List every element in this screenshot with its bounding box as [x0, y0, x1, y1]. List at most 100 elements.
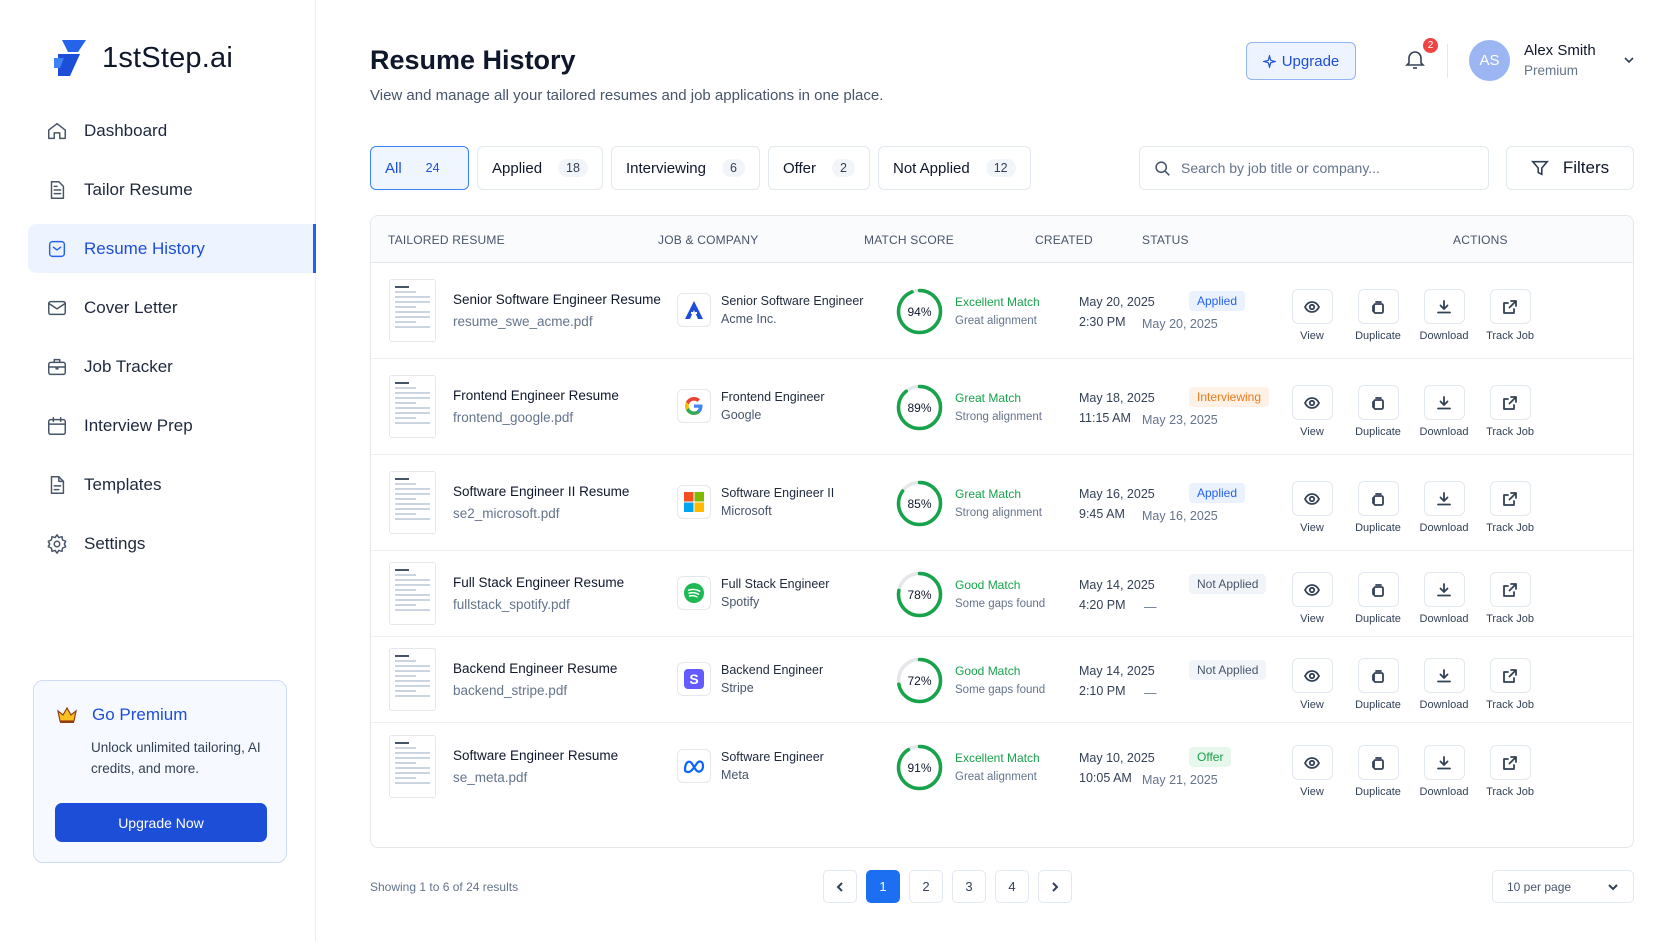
match-label: Great Match: [955, 487, 1022, 501]
filters-button[interactable]: Filters: [1506, 146, 1634, 190]
action-label: Track Job: [1486, 330, 1534, 342]
sidebar-item-interview-prep[interactable]: Interview Prep: [28, 401, 316, 450]
page-button[interactable]: 3: [952, 870, 986, 903]
chevron-down-icon[interactable]: [1622, 53, 1636, 67]
tab-applied[interactable]: Applied 18: [477, 146, 603, 190]
chevron-right-icon: [1052, 881, 1059, 892]
resume-thumbnail[interactable]: [389, 375, 436, 438]
duplicate-button[interactable]: Duplicate: [1355, 658, 1401, 711]
sidebar-item-dashboard[interactable]: Dashboard: [28, 106, 316, 155]
resume-title[interactable]: Senior Software Engineer Resume: [453, 292, 661, 307]
tab-not-applied[interactable]: Not Applied 12: [877, 146, 1031, 190]
meta-logo-icon: [677, 749, 711, 783]
download-button[interactable]: Download: [1420, 385, 1468, 438]
view-button[interactable]: View: [1289, 572, 1335, 625]
external-link-icon: [1503, 395, 1517, 410]
per-page-select[interactable]: 10 per page: [1492, 870, 1634, 903]
resume-thumbnail[interactable]: [389, 279, 436, 342]
resume-thumbnail[interactable]: [389, 562, 436, 625]
sidebar-item-cover-letter[interactable]: Cover Letter: [28, 283, 316, 332]
next-page-button[interactable]: [1038, 870, 1072, 903]
action-label: Track Job: [1486, 786, 1534, 798]
sidebar-nav: Dashboard Tailor Resume Resume History C…: [28, 106, 316, 578]
page-subtitle: View and manage all your tailored resume…: [370, 87, 884, 104]
sidebar-item-resume-history[interactable]: Resume History: [28, 224, 316, 273]
page-button[interactable]: 4: [995, 870, 1029, 903]
track-job-button[interactable]: Track Job: [1486, 658, 1534, 711]
action-icon-box: [1489, 385, 1531, 420]
external-link-icon: [1503, 299, 1517, 314]
action-icon-box: [1291, 289, 1333, 324]
duplicate-button[interactable]: Duplicate: [1355, 289, 1401, 342]
status-date: May 23, 2025: [1142, 413, 1218, 427]
column-header-status: STATUS: [1142, 233, 1189, 247]
resume-thumbnail[interactable]: [389, 471, 436, 534]
match-description: Some gaps found: [955, 684, 1046, 696]
history-icon: [48, 240, 66, 257]
upgrade-button[interactable]: Upgrade: [1246, 42, 1356, 80]
track-job-button[interactable]: Track Job: [1486, 289, 1534, 342]
track-job-button[interactable]: Track Job: [1486, 481, 1534, 534]
tab-label: All: [385, 159, 402, 177]
svg-text:S: S: [689, 671, 698, 687]
track-job-button[interactable]: Track Job: [1486, 385, 1534, 438]
duplicate-button[interactable]: Duplicate: [1355, 745, 1401, 798]
duplicate-button[interactable]: Duplicate: [1355, 572, 1401, 625]
action-label: View: [1300, 613, 1324, 625]
track-job-button[interactable]: Track Job: [1486, 745, 1534, 798]
action-label: Download: [1419, 522, 1469, 534]
resume-title[interactable]: Software Engineer Resume: [453, 748, 618, 763]
sidebar-item-settings[interactable]: Settings: [28, 519, 316, 568]
track-job-button[interactable]: Track Job: [1486, 572, 1534, 625]
resume-title[interactable]: Frontend Engineer Resume: [453, 388, 619, 403]
search-box[interactable]: [1139, 146, 1489, 190]
page-button[interactable]: 2: [909, 870, 943, 903]
download-button[interactable]: Download: [1420, 745, 1468, 798]
tab-interviewing[interactable]: Interviewing 6: [610, 146, 760, 190]
search-input[interactable]: [1181, 160, 1471, 176]
sidebar-item-templates[interactable]: Templates: [28, 460, 316, 509]
brand-logo[interactable]: 1stStep.ai: [52, 38, 233, 78]
resume-title[interactable]: Backend Engineer Resume: [453, 661, 617, 676]
created-date: May 18, 2025: [1079, 391, 1155, 405]
sidebar-item-tailor-resume[interactable]: Tailor Resume: [28, 165, 316, 214]
action-icon-box: [1423, 745, 1465, 780]
view-button[interactable]: View: [1289, 385, 1335, 438]
tab-count: 2: [832, 159, 855, 177]
created-time: 11:15 AM: [1079, 411, 1131, 425]
resume-title[interactable]: Full Stack Engineer Resume: [453, 575, 624, 590]
job-title: Software Engineer II: [721, 486, 835, 500]
view-button[interactable]: View: [1289, 658, 1335, 711]
user-name[interactable]: Alex Smith: [1524, 42, 1596, 59]
tab-offer[interactable]: Offer 2: [767, 146, 870, 190]
action-icon-box: [1423, 572, 1465, 607]
resume-thumbnail[interactable]: [389, 735, 436, 798]
eye-icon: [1304, 300, 1320, 313]
eye-icon: [1304, 396, 1320, 409]
view-button[interactable]: View: [1289, 481, 1335, 534]
download-button[interactable]: Download: [1420, 572, 1468, 625]
page-button[interactable]: 1: [866, 870, 900, 903]
view-button[interactable]: View: [1289, 289, 1335, 342]
resume-thumbnail[interactable]: [389, 648, 436, 711]
sidebar-item-job-tracker[interactable]: Job Tracker: [28, 342, 316, 391]
download-button[interactable]: Download: [1420, 289, 1468, 342]
download-button[interactable]: Download: [1420, 658, 1468, 711]
tab-all[interactable]: All 24: [370, 146, 469, 190]
duplicate-button[interactable]: Duplicate: [1355, 385, 1401, 438]
sidebar-item-label: Cover Letter: [84, 297, 178, 317]
table-row: Full Stack Engineer Resume fullstack_spot…: [371, 551, 1633, 637]
table-row: Backend Engineer Resume backend_stripe.pd…: [371, 637, 1633, 723]
home-icon: [48, 122, 66, 139]
spotify-logo-icon: [677, 576, 711, 610]
match-score-value: 89%: [907, 401, 931, 415]
download-button[interactable]: Download: [1419, 481, 1469, 534]
avatar[interactable]: AS: [1469, 40, 1510, 81]
view-button[interactable]: View: [1289, 745, 1335, 798]
company-name: Acme Inc.: [721, 312, 777, 326]
duplicate-button[interactable]: Duplicate: [1355, 481, 1401, 534]
upgrade-now-button[interactable]: Upgrade Now: [55, 803, 267, 842]
resume-title[interactable]: Software Engineer II Resume: [453, 484, 629, 499]
prev-page-button[interactable]: [823, 870, 857, 903]
briefcase-icon: [48, 358, 66, 375]
